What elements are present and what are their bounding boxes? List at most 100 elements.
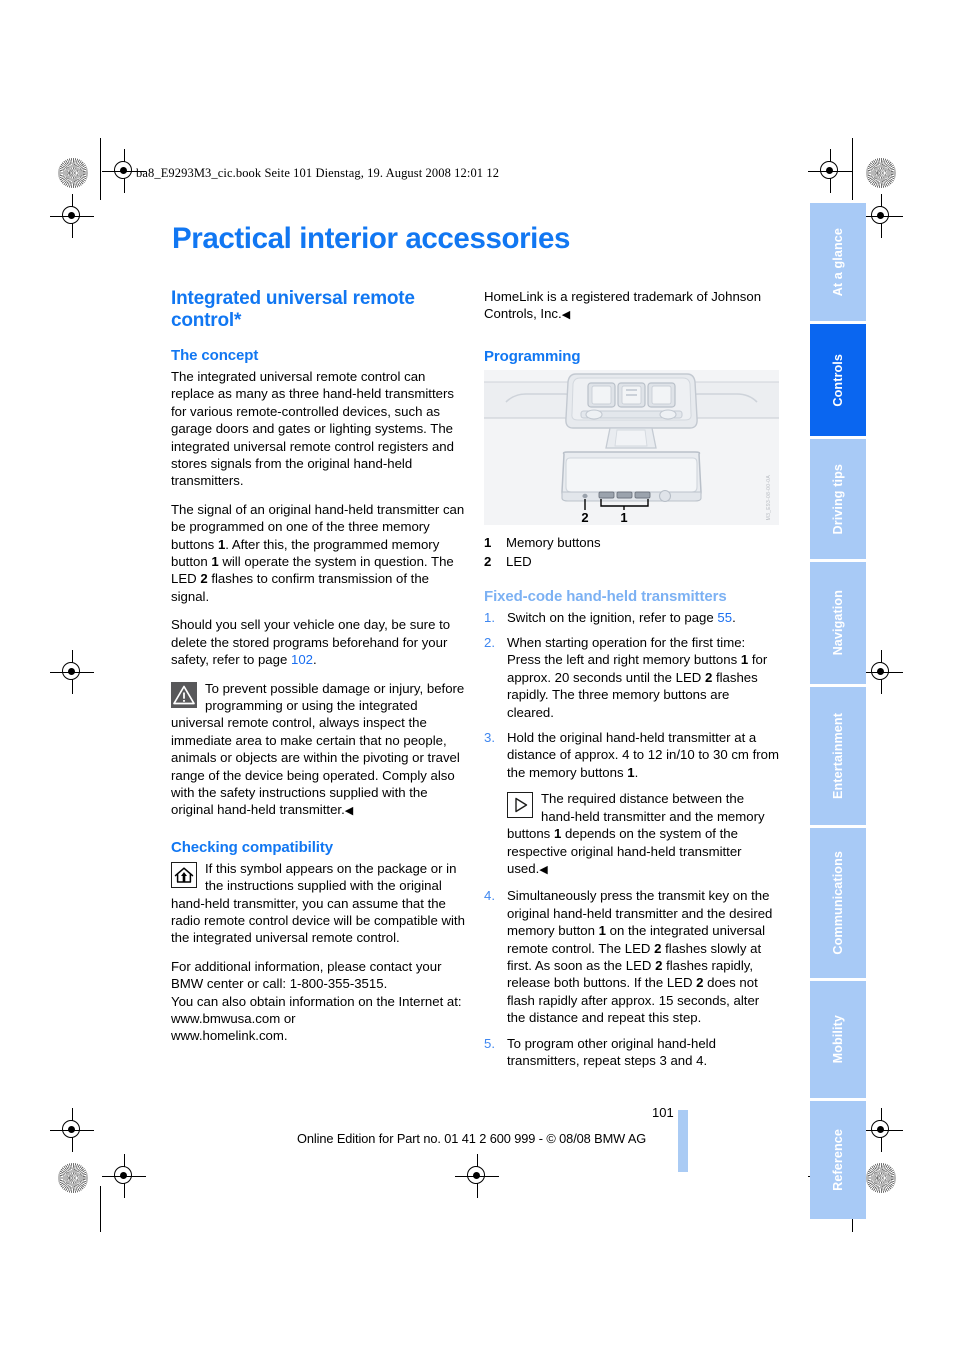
callout-ref-1: 1 xyxy=(211,554,219,570)
page-cross-reference-102[interactable]: 102 xyxy=(291,652,313,667)
chapter-tab-label: Mobility xyxy=(831,1015,845,1064)
step-text: Simultaneously press the transmit key on… xyxy=(507,887,779,1026)
trim-line-left xyxy=(100,138,101,200)
chapter-tab-at-a-glance[interactable]: At a glance xyxy=(810,203,866,321)
chapter-tab-label: Driving tips xyxy=(831,463,845,535)
legend-number: 2 xyxy=(484,554,492,570)
compatibility-paragraph-3: You can also obtain information on the I… xyxy=(171,993,462,1009)
warning-note-block: To prevent possible damage or injury, be… xyxy=(171,680,466,821)
procedure-step: 1. Switch on the ignition, refer to page … xyxy=(484,609,779,626)
chapter-tab-controls[interactable]: Controls xyxy=(810,324,866,436)
step-text: Switch on the ignition, refer to page 55… xyxy=(507,609,779,626)
step-number: 1. xyxy=(484,609,495,625)
registration-cross-left-mid xyxy=(50,650,94,694)
page-title: Practical interior accessories xyxy=(172,222,570,255)
registration-cross-bottom-center xyxy=(455,1154,499,1198)
subheading-fixed-code-hand-held-transmitters: Fixed-code hand-held transmitters xyxy=(484,587,727,605)
step-paragraph: Simultaneously press the transmit key on… xyxy=(507,888,772,1025)
warning-note-text: To prevent possible damage or injury, be… xyxy=(171,680,466,821)
legend-label: Memory buttons xyxy=(506,534,601,550)
chapter-tab-mobility[interactable]: Mobility xyxy=(810,981,866,1098)
text-run: HomeLink is a registered trademark of Jo… xyxy=(484,289,762,322)
procedure-step: 2. When starting operation for the first … xyxy=(484,634,779,721)
footer-color-bar xyxy=(678,1110,688,1172)
chapter-tab-label: At a glance xyxy=(831,227,845,297)
chapter-tab-strip: At a glance Controls Driving tips Navigatio… xyxy=(810,203,866,1222)
registration-cross-right-lower xyxy=(859,1108,903,1152)
trim-line-bottom-left xyxy=(100,1186,101,1232)
homelink-house-icon xyxy=(171,861,197,888)
svg-text:2: 2 xyxy=(581,510,588,525)
callout-ref-2: 2 xyxy=(200,571,208,587)
text-run: When starting operation for the first ti… xyxy=(507,635,746,668)
step-paragraph: To program other original hand-held tran… xyxy=(507,1036,716,1068)
left-column: Integrated universal remote control* The… xyxy=(171,288,466,1056)
procedure-steps-list: 1. Switch on the ignition, refer to page … xyxy=(484,609,779,1070)
procedure-step: 4. Simultaneously press the transmit key … xyxy=(484,887,779,1026)
registration-cross-top-left xyxy=(102,149,146,193)
figure-rearview-mirror-memory-buttons: 2 1 M3_E93-08-00-0A xyxy=(484,369,779,525)
registration-rosette-top-right xyxy=(866,158,896,188)
chapter-tab-communications[interactable]: Communications xyxy=(810,828,866,978)
step-text: To program other original hand-held tran… xyxy=(507,1035,779,1070)
chapter-tab-label: Reference xyxy=(831,1129,845,1191)
registration-rosette-bottom-left xyxy=(58,1163,88,1193)
legend-item: 1 Memory buttons xyxy=(484,534,779,551)
legend-item: 2 LED xyxy=(484,553,779,570)
homelink-symbol-note-block: If this symbol appears on the package or… xyxy=(171,860,466,947)
text-run: . xyxy=(732,609,736,625)
chapter-tab-label: Controls xyxy=(831,353,845,407)
text-run: To program other original hand-held tran… xyxy=(507,1035,716,1068)
compatibility-paragraph-1: If this symbol appears on the package or… xyxy=(171,860,465,946)
figure-legend: 1 Memory buttons 2 LED xyxy=(484,534,779,571)
paragraph-concept-3: Should you sell your vehicle one day, be… xyxy=(171,616,466,668)
compatibility-url-homelink: www.homelink.com. xyxy=(171,1028,288,1044)
page-cross-reference-55[interactable]: 55 xyxy=(717,610,732,625)
registration-rosette-bottom-right xyxy=(866,1163,896,1193)
step-number: 4. xyxy=(484,888,495,904)
legend-number: 1 xyxy=(484,534,492,550)
trim-line-right xyxy=(852,138,853,200)
text-run: flashes to confirm transmission of the s… xyxy=(171,571,430,604)
chapter-tab-label: Entertainment xyxy=(831,713,845,799)
text-run: Switch on the ignition, refer to page xyxy=(507,609,718,625)
chapter-tab-reference[interactable]: Reference xyxy=(810,1101,866,1219)
procedure-step: 5. To program other original hand-held tr… xyxy=(484,1035,779,1070)
legend-label: LED xyxy=(506,554,532,570)
end-of-note-marker: ◀ xyxy=(539,863,548,876)
subheading-programming: Programming xyxy=(484,347,581,365)
registration-cross-right-upper xyxy=(859,194,903,238)
warning-triangle-icon xyxy=(171,681,197,708)
paragraph-concept-1: The integrated universal remote control … xyxy=(171,369,454,489)
info-note-block: The required distance between the hand-h… xyxy=(507,790,779,879)
registration-cross-top-right xyxy=(808,149,852,193)
chapter-tab-label: Navigation xyxy=(831,590,845,656)
end-of-note-marker: ◀ xyxy=(344,805,353,818)
info-note-text: The required distance between the hand-h… xyxy=(507,790,779,879)
chapter-tab-navigation[interactable]: Navigation xyxy=(810,562,866,684)
subheading-the-concept: The concept xyxy=(171,347,259,364)
step-paragraph: When starting operation for the first ti… xyxy=(507,635,767,720)
print-header-meta: ba8_E9293M3_cic.book Seite 101 Dienstag,… xyxy=(136,166,500,180)
step-paragraph: Switch on the ignition, refer to page 55… xyxy=(507,610,736,625)
svg-text:1: 1 xyxy=(620,510,627,525)
section-heading-integrated-universal-remote-control: Integrated universal remote control* xyxy=(171,288,415,331)
chapter-tab-label: Communications xyxy=(831,851,845,955)
callout-ref-1: 1 xyxy=(627,764,635,780)
compatibility-url-bmwusa: www.bmwusa.com or xyxy=(171,1011,296,1026)
info-triangle-icon xyxy=(507,792,533,819)
subheading-checking-compatibility: Checking compatibility xyxy=(171,838,333,856)
registration-cross-bottom-left xyxy=(102,1154,146,1198)
footer-imprint: Online Edition for Part no. 01 41 2 600 … xyxy=(297,1131,647,1146)
paragraph-concept-2: The signal of an original hand-held tran… xyxy=(171,501,466,605)
text-run: . xyxy=(634,764,639,780)
callout-ref-1: 1 xyxy=(598,923,606,939)
compatibility-paragraph-2: For additional information, please conta… xyxy=(171,958,442,992)
text-run: To prevent possible damage or injury, be… xyxy=(171,680,465,818)
registration-cross-left-upper xyxy=(50,194,94,238)
homelink-trademark-notice: HomeLink is a registered trademark of Jo… xyxy=(484,288,779,325)
chapter-tab-driving-tips[interactable]: Driving tips xyxy=(810,439,866,559)
step-number: 5. xyxy=(484,1035,495,1051)
text-run: . xyxy=(313,652,317,668)
chapter-tab-entertainment[interactable]: Entertainment xyxy=(810,687,866,825)
